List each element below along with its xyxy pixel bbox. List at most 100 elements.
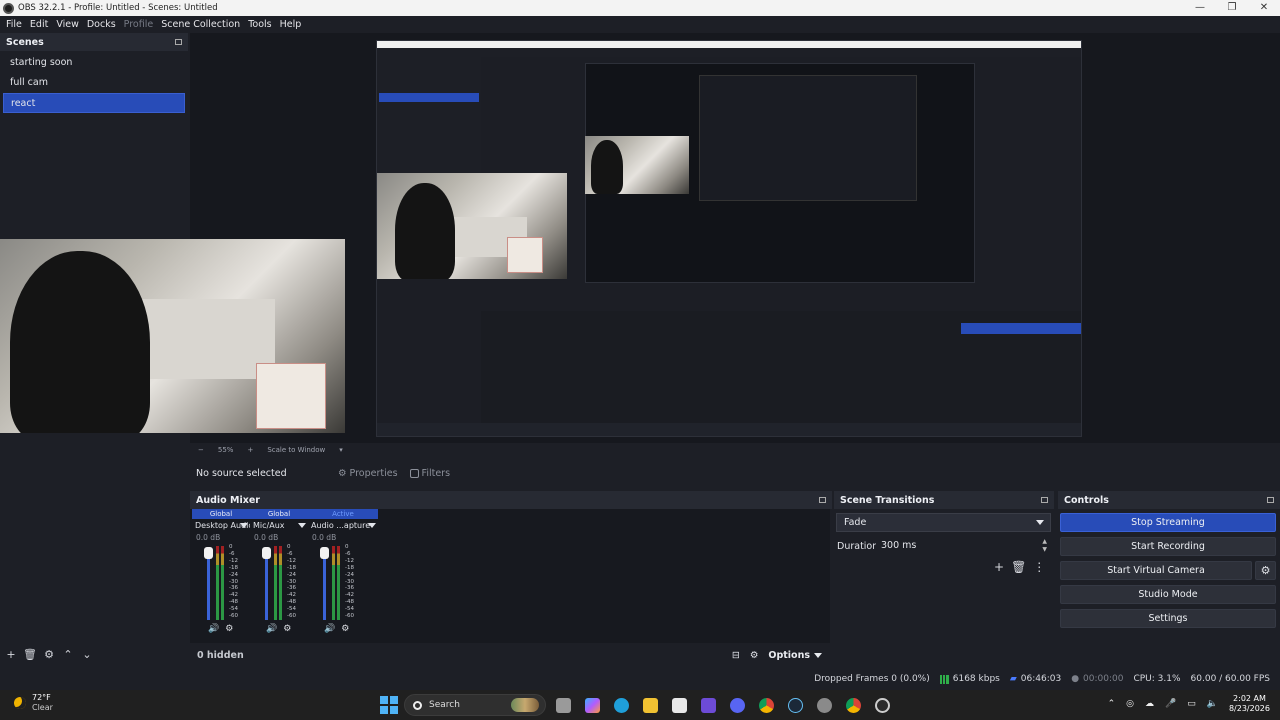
speaker-icon[interactable]: 🔊: [266, 624, 277, 634]
obs-taskbar-icon[interactable]: [871, 694, 894, 716]
menu-bar: File Edit View Docks Profile Scene Colle…: [0, 16, 1280, 32]
taskbar-apps: Search: [380, 694, 894, 716]
chevron-down-icon[interactable]: ▾: [339, 446, 343, 454]
zoom-out-icon[interactable]: −: [198, 446, 204, 454]
scene-item-react[interactable]: react: [3, 93, 185, 113]
speaker-icon[interactable]: 🔊: [324, 624, 335, 634]
discord-icon[interactable]: [726, 694, 749, 716]
volume-slider-handle[interactable]: [204, 547, 213, 559]
scale-tick: -24: [229, 571, 238, 578]
start-virtual-camera-button[interactable]: Start Virtual Camera: [1060, 561, 1252, 580]
copilot-icon[interactable]: [581, 694, 604, 716]
chrome-icon[interactable]: [755, 694, 778, 716]
microphone-icon[interactable]: 🎤: [1165, 699, 1176, 709]
options-button[interactable]: Options: [768, 650, 822, 661]
scale-tick: -18: [229, 564, 238, 571]
edge-icon[interactable]: [610, 694, 633, 716]
virtual-camera-settings-gear-icon[interactable]: ⚙: [1255, 561, 1276, 580]
volume-icon[interactable]: 🔈: [1207, 699, 1218, 709]
scale-tick: -60: [229, 613, 238, 620]
scale-tick: -6: [229, 550, 235, 557]
zoom-in-icon[interactable]: +: [247, 446, 253, 454]
channel-menu-icon[interactable]: ⚙: [341, 624, 349, 634]
weather-widget[interactable]: 72°F Clear: [14, 693, 53, 713]
channel-menu-icon[interactable]: ⚙: [283, 624, 291, 634]
move-scene-down-icon[interactable]: ⌄: [80, 647, 94, 661]
channel-tag: Global: [250, 509, 308, 519]
studio-mode-button[interactable]: Studio Mode: [1060, 585, 1276, 604]
remove-scene-icon[interactable]: 🗑: [23, 647, 37, 661]
clock-time: 2:02 AM: [1233, 694, 1266, 703]
taskbar-clock[interactable]: 2:02 AM 8/23/2026: [1229, 694, 1270, 714]
level-meter-right: [221, 546, 224, 620]
obs-tray-icon[interactable]: ◎: [1126, 699, 1134, 709]
move-scene-up-icon[interactable]: ⌃: [61, 647, 75, 661]
transition-select[interactable]: Fade: [836, 513, 1051, 532]
scale-mode-select[interactable]: Scale to Window: [267, 446, 325, 454]
filters-button[interactable]: Filters: [409, 468, 450, 479]
layout-toggle-icon[interactable]: ⊟: [732, 650, 740, 661]
scene-item-starting-soon[interactable]: starting soon: [3, 53, 185, 73]
menu-help[interactable]: Help: [276, 19, 306, 30]
meter-scale: 0 -6 -12 -18 -24 -30 -36 -42 -48 -54 -60: [287, 544, 296, 620]
menu-view[interactable]: View: [52, 19, 83, 30]
close-button[interactable]: ✕: [1248, 0, 1280, 16]
dock-float-icon[interactable]: [1041, 497, 1048, 503]
channel-name-dropdown[interactable]: Desktop Audio: [192, 519, 250, 532]
store-icon[interactable]: [668, 694, 691, 716]
duration-input[interactable]: 300 ms ▲ ▼: [876, 537, 1051, 555]
search-icon: [413, 700, 422, 710]
settings-button[interactable]: Settings: [1060, 609, 1276, 628]
scale-tick: -30: [345, 578, 354, 585]
menu-edit[interactable]: Edit: [26, 19, 52, 30]
chrome-icon-2[interactable]: [842, 694, 865, 716]
properties-button[interactable]: ⚙ Properties: [338, 468, 398, 479]
stop-streaming-button[interactable]: Stop Streaming: [1060, 513, 1276, 532]
onedrive-icon[interactable]: ☁: [1145, 699, 1154, 709]
windows-start-icon[interactable]: [380, 696, 398, 714]
settings-app-icon[interactable]: [813, 694, 836, 716]
transition-menu-icon[interactable]: ⋮: [1033, 560, 1045, 574]
dock-float-icon[interactable]: [1267, 497, 1274, 503]
status-bar: Dropped Frames 0 (0.0%) 6168 kbps ▰ 06:46…: [0, 668, 1280, 690]
menu-profile[interactable]: Profile: [120, 19, 158, 30]
webcam-overlay[interactable]: [0, 239, 345, 433]
channel-name-dropdown[interactable]: Audio ...apture: [308, 519, 378, 532]
scale-tick: -18: [287, 564, 296, 571]
menu-scene-collection[interactable]: Scene Collection: [157, 19, 244, 30]
file-explorer-icon[interactable]: [639, 694, 662, 716]
record-time: 00:00:00: [1083, 674, 1124, 684]
menu-docks[interactable]: Docks: [83, 19, 120, 30]
dock-float-icon[interactable]: [819, 497, 826, 503]
start-recording-button[interactable]: Start Recording: [1060, 537, 1276, 556]
task-view-icon[interactable]: [552, 694, 575, 716]
remove-transition-icon[interactable]: 🗑: [1011, 560, 1026, 574]
advanced-audio-icon[interactable]: ⚙: [750, 650, 759, 661]
search-placeholder: Search: [429, 700, 460, 710]
steam-icon[interactable]: [784, 694, 807, 716]
preview-canvas[interactable]: [0, 33, 1280, 443]
minimize-button[interactable]: —: [1184, 0, 1216, 16]
stream-time: 06:46:03: [1020, 674, 1062, 684]
taskbar-search[interactable]: Search: [404, 694, 546, 716]
add-transition-icon[interactable]: +: [994, 560, 1004, 574]
chevron-up-icon[interactable]: ⌃: [1108, 699, 1116, 709]
channel-name-dropdown[interactable]: Mic/Aux: [250, 519, 308, 532]
spinner-icon[interactable]: ▲ ▼: [1042, 538, 1047, 554]
scene-item-full-cam[interactable]: full cam: [3, 73, 185, 93]
webcam-person: [395, 183, 455, 279]
volume-slider-handle[interactable]: [320, 547, 329, 559]
network-icon[interactable]: ▭: [1187, 699, 1196, 709]
widgets-icon[interactable]: [697, 694, 720, 716]
scale-tick: -48: [229, 599, 238, 606]
volume-slider-handle[interactable]: [262, 547, 271, 559]
preview-area[interactable]: [0, 33, 1280, 443]
speaker-icon[interactable]: 🔊: [208, 624, 219, 634]
channel-menu-icon[interactable]: ⚙: [225, 624, 233, 634]
menu-file[interactable]: File: [2, 19, 26, 30]
scene-filters-gear-icon[interactable]: ⚙: [42, 647, 56, 661]
dock-float-icon[interactable]: [175, 39, 182, 45]
add-scene-icon[interactable]: +: [4, 647, 18, 661]
maximize-button[interactable]: ❐: [1216, 0, 1248, 16]
menu-tools[interactable]: Tools: [244, 19, 275, 30]
